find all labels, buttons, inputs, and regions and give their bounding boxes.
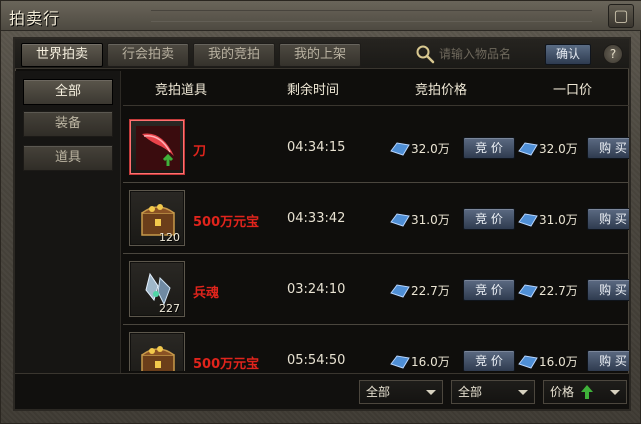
table-row[interactable]: 69 500万元宝 05:54:50 16.0万 竞 价 16.0万 购 买 bbox=[123, 326, 629, 371]
close-icon: ▢ bbox=[613, 6, 629, 25]
auction-window: 拍卖行 ▢ 世界拍卖 行会拍卖 我的竞拍 我的上架 确认 ? 全部 装备 道具 bbox=[0, 0, 641, 424]
category-items[interactable]: 道具 bbox=[23, 145, 113, 171]
tab-my-listings[interactable]: 我的上架 bbox=[279, 43, 361, 67]
item-name: 500万元宝 bbox=[193, 215, 260, 230]
category-all[interactable]: 全部 bbox=[23, 79, 113, 105]
item-count: 120 bbox=[159, 231, 180, 244]
close-button[interactable]: ▢ bbox=[608, 4, 634, 28]
bid-button[interactable]: 竞 价 bbox=[463, 137, 515, 159]
buyout-price: 32.0万 bbox=[539, 142, 578, 156]
filter-dropdown-type[interactable]: 全部 bbox=[359, 380, 443, 404]
header-divider bbox=[123, 105, 629, 106]
currency-icon bbox=[518, 213, 538, 227]
chevron-down-icon bbox=[518, 390, 528, 395]
time-remaining: 04:34:15 bbox=[287, 140, 346, 155]
currency-icon bbox=[390, 142, 410, 156]
buyout-price: 16.0万 bbox=[539, 355, 578, 369]
column-header-item: 竞拍道具 bbox=[155, 83, 208, 98]
buy-button[interactable]: 购 买 bbox=[587, 208, 629, 230]
chevron-down-icon bbox=[426, 390, 436, 395]
item-slot[interactable]: 120 bbox=[129, 190, 185, 246]
item-name: 兵魂 bbox=[193, 286, 220, 301]
currency-icon bbox=[518, 142, 538, 156]
item-count: 227 bbox=[159, 302, 180, 315]
title-ornament bbox=[151, 10, 592, 22]
table-row[interactable]: 刀 04:34:15 32.0万 竞 价 32.0万 购 买 bbox=[123, 113, 629, 183]
time-remaining: 04:33:42 bbox=[287, 211, 346, 226]
currency-icon bbox=[390, 213, 410, 227]
bid-price: 32.0万 bbox=[411, 142, 450, 156]
time-remaining: 05:54:50 bbox=[287, 353, 346, 368]
filter-bar: 全部 全部 价格 bbox=[15, 373, 629, 409]
item-slot[interactable]: 227 bbox=[129, 261, 185, 317]
auction-panel: 世界拍卖 行会拍卖 我的竞拍 我的上架 确认 ? 全部 装备 道具 竞拍道具 剩… bbox=[13, 37, 631, 411]
table-row[interactable]: 120 500万元宝 04:33:42 31.0万 竞 价 31.0万 购 买 bbox=[123, 184, 629, 254]
tab-guild-auction[interactable]: 行会拍卖 bbox=[107, 43, 189, 67]
currency-icon bbox=[518, 284, 538, 298]
filter-value: 全部 bbox=[458, 385, 483, 399]
column-header-bid-price: 竞拍价格 bbox=[415, 83, 468, 98]
item-name: 500万元宝 bbox=[193, 357, 260, 371]
filter-dropdown-subtype[interactable]: 全部 bbox=[451, 380, 535, 404]
search-input[interactable] bbox=[439, 45, 539, 63]
treasure-chest-icon bbox=[141, 346, 175, 371]
bid-button[interactable]: 竞 价 bbox=[463, 279, 515, 301]
tab-world-auction[interactable]: 世界拍卖 bbox=[21, 43, 103, 67]
table-row[interactable]: 227 兵魂 03:24:10 22.7万 竞 价 22.7万 购 买 bbox=[123, 255, 629, 325]
item-name: 刀 bbox=[193, 144, 207, 159]
buy-button[interactable]: 购 买 bbox=[587, 350, 629, 371]
category-equipment[interactable]: 装备 bbox=[23, 111, 113, 137]
column-header-buyout: 一口价 bbox=[553, 83, 593, 98]
title-bar[interactable]: 拍卖行 ▢ bbox=[1, 1, 641, 31]
bid-price: 22.7万 bbox=[411, 284, 450, 298]
bid-price: 31.0万 bbox=[411, 213, 450, 227]
buy-button[interactable]: 购 买 bbox=[587, 137, 629, 159]
time-remaining: 03:24:10 bbox=[287, 282, 346, 297]
blade-icon bbox=[136, 126, 180, 170]
chevron-down-icon bbox=[610, 390, 620, 395]
filter-value: 全部 bbox=[366, 385, 391, 399]
auction-table: 竞拍道具 剩余时间 竞拍价格 一口价 刀 04:34:15 32.0万 竞 价 … bbox=[123, 71, 629, 371]
currency-icon bbox=[390, 355, 410, 369]
bid-button[interactable]: 竞 价 bbox=[463, 208, 515, 230]
column-header-time: 剩余时间 bbox=[287, 83, 340, 98]
sort-up-arrow-icon bbox=[581, 385, 593, 399]
item-slot[interactable] bbox=[129, 119, 185, 175]
help-button[interactable]: ? bbox=[603, 44, 623, 64]
buyout-price: 22.7万 bbox=[539, 284, 578, 298]
bid-price: 16.0万 bbox=[411, 355, 450, 369]
tab-bar: 世界拍卖 行会拍卖 我的竞拍 我的上架 确认 ? bbox=[15, 39, 629, 69]
search-icon bbox=[416, 45, 435, 64]
item-slot[interactable]: 69 bbox=[129, 332, 185, 371]
buyout-price: 31.0万 bbox=[539, 213, 578, 227]
sort-value: 价格 bbox=[550, 385, 575, 399]
currency-icon bbox=[390, 284, 410, 298]
tab-my-bids[interactable]: 我的竞拍 bbox=[193, 43, 275, 67]
bid-button[interactable]: 竞 价 bbox=[463, 350, 515, 371]
window-title: 拍卖行 bbox=[9, 9, 61, 28]
confirm-button[interactable]: 确认 bbox=[545, 44, 591, 65]
category-sidebar: 全部 装备 道具 bbox=[15, 71, 121, 381]
currency-icon bbox=[518, 355, 538, 369]
sort-dropdown-price[interactable]: 价格 bbox=[543, 380, 627, 404]
buy-button[interactable]: 购 买 bbox=[587, 279, 629, 301]
